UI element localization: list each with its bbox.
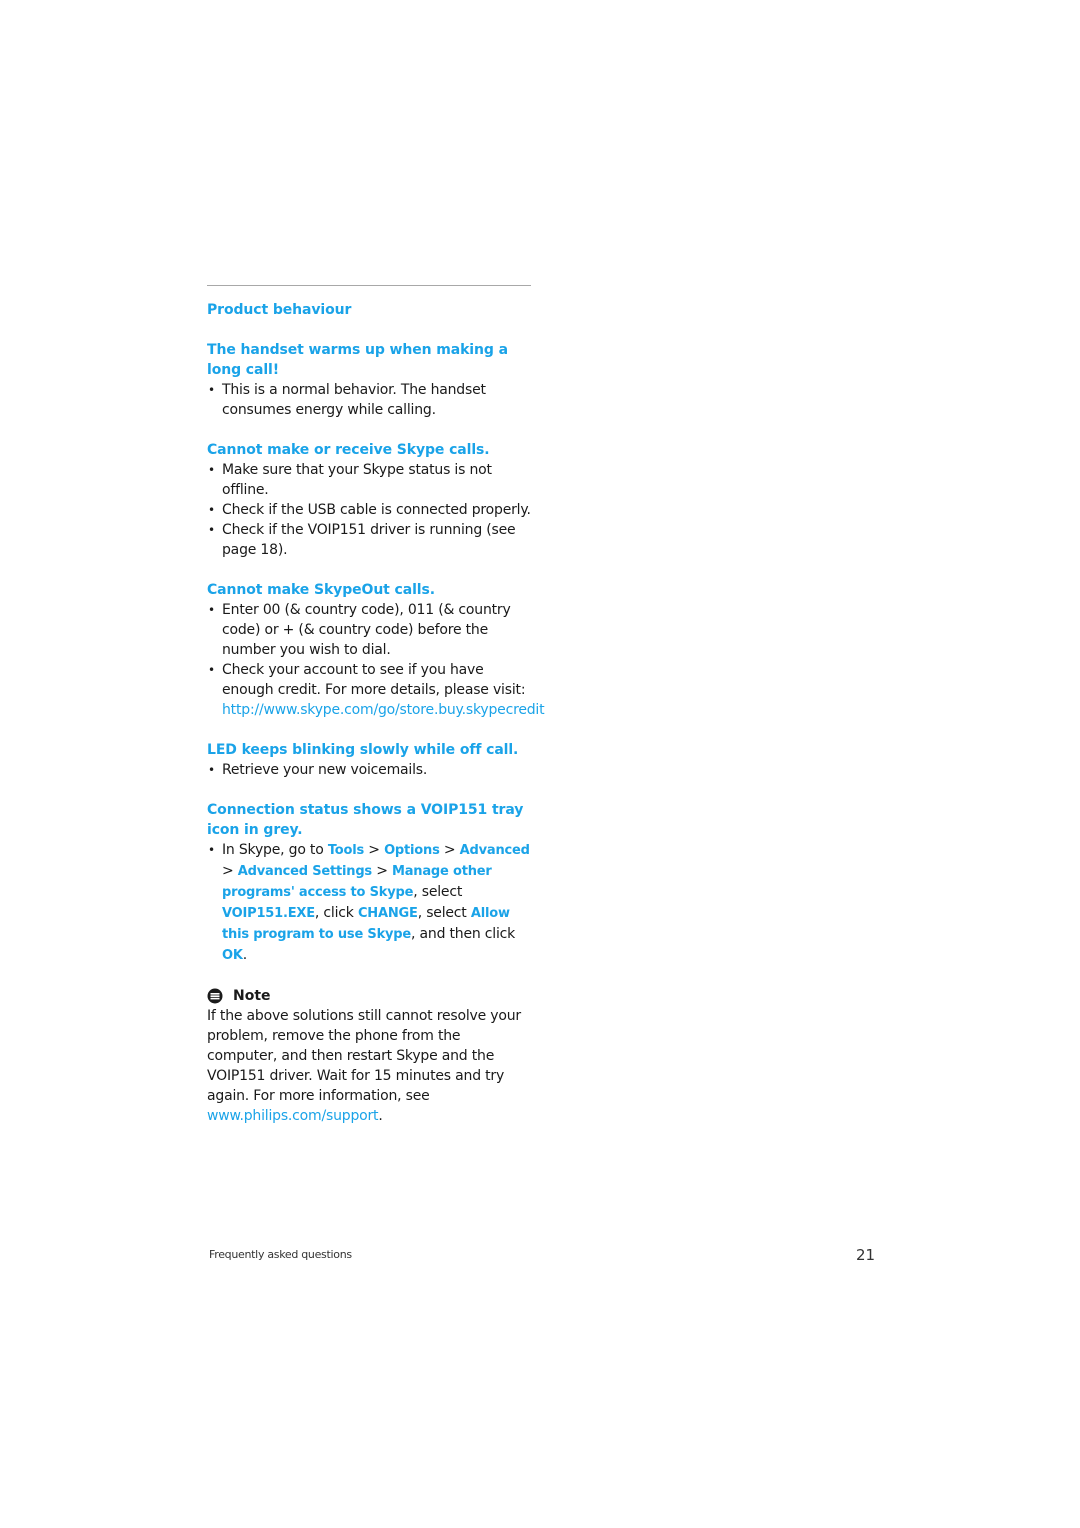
note-icon: [207, 988, 223, 1004]
menu-options: Options: [384, 843, 440, 858]
philips-support-link[interactable]: www.philips.com/support: [207, 1108, 379, 1124]
faq-heading: Cannot make SkypeOut calls.: [207, 582, 435, 598]
list-item-text: Check your account to see if you have en…: [222, 662, 526, 698]
skype-credit-link[interactable]: http://www.skype.com/go/store.buy.skypec…: [222, 702, 545, 718]
step-text: , select: [413, 884, 463, 900]
content-column: Product behaviour The handset warms up w…: [207, 285, 545, 1126]
list-item: In Skype, go to Tools > Options > Advanc…: [207, 840, 531, 966]
faq-led-blinking: LED keeps blinking slowly while off call…: [207, 740, 531, 780]
note-header: Note: [207, 986, 531, 1006]
list-item: Check if the VOIP151 driver is running (…: [207, 520, 531, 560]
menu-advanced: Advanced: [459, 843, 530, 858]
list-item: Enter 00 (& country code), 011 (& countr…: [207, 600, 531, 660]
faq-skypeout: Cannot make SkypeOut calls. Enter 00 (& …: [207, 580, 545, 720]
change-label: CHANGE: [357, 906, 418, 921]
faq-skype-calls: Cannot make or receive Skype calls. Make…: [207, 440, 531, 560]
step-text: In Skype, go to: [222, 842, 328, 858]
faq-heading: LED keeps blinking slowly while off call…: [207, 742, 519, 758]
section-title: Product behaviour: [207, 302, 352, 318]
faq-heading: The handset warms up when making a long …: [207, 342, 508, 378]
menu-advanced-settings: Advanced Settings: [237, 864, 372, 879]
separator: >: [222, 863, 238, 879]
note-text: If the above solutions still cannot reso…: [207, 1008, 521, 1104]
list-item: Check your account to see if you have en…: [207, 660, 545, 720]
faq-handset-warms: The handset warms up when making a long …: [207, 340, 531, 420]
step-text: , select: [417, 905, 471, 921]
separator: >: [439, 842, 460, 858]
separator: >: [371, 863, 392, 879]
list-item: Make sure that your Skype status is not …: [207, 460, 531, 500]
note-block: Note If the above solutions still cannot…: [207, 986, 531, 1126]
list-item: Retrieve your new voicemails.: [207, 760, 531, 780]
note-title: Note: [233, 988, 271, 1004]
program-exe: VOIP151.EXE: [222, 906, 315, 921]
note-body: If the above solutions still cannot reso…: [207, 1006, 531, 1126]
list-item: This is a normal behavior. The handset c…: [207, 380, 531, 420]
top-divider: [207, 285, 531, 286]
footer-chapter: Frequently asked questions: [209, 1248, 352, 1261]
faq-heading: Connection status shows a VOIP151 tray i…: [207, 802, 524, 838]
faq-heading: Cannot make or receive Skype calls.: [207, 442, 490, 458]
faq-tray-icon-grey: Connection status shows a VOIP151 tray i…: [207, 800, 531, 966]
note-text-end: .: [378, 1108, 383, 1124]
menu-tools: Tools: [327, 843, 365, 858]
step-text: .: [242, 947, 247, 963]
step-text: , click: [314, 905, 358, 921]
ok-label: OK: [222, 948, 243, 963]
page-number: 21: [856, 1246, 876, 1264]
separator: >: [364, 842, 385, 858]
step-text: , and then click: [411, 926, 516, 942]
list-item: Check if the USB cable is connected prop…: [207, 500, 531, 520]
